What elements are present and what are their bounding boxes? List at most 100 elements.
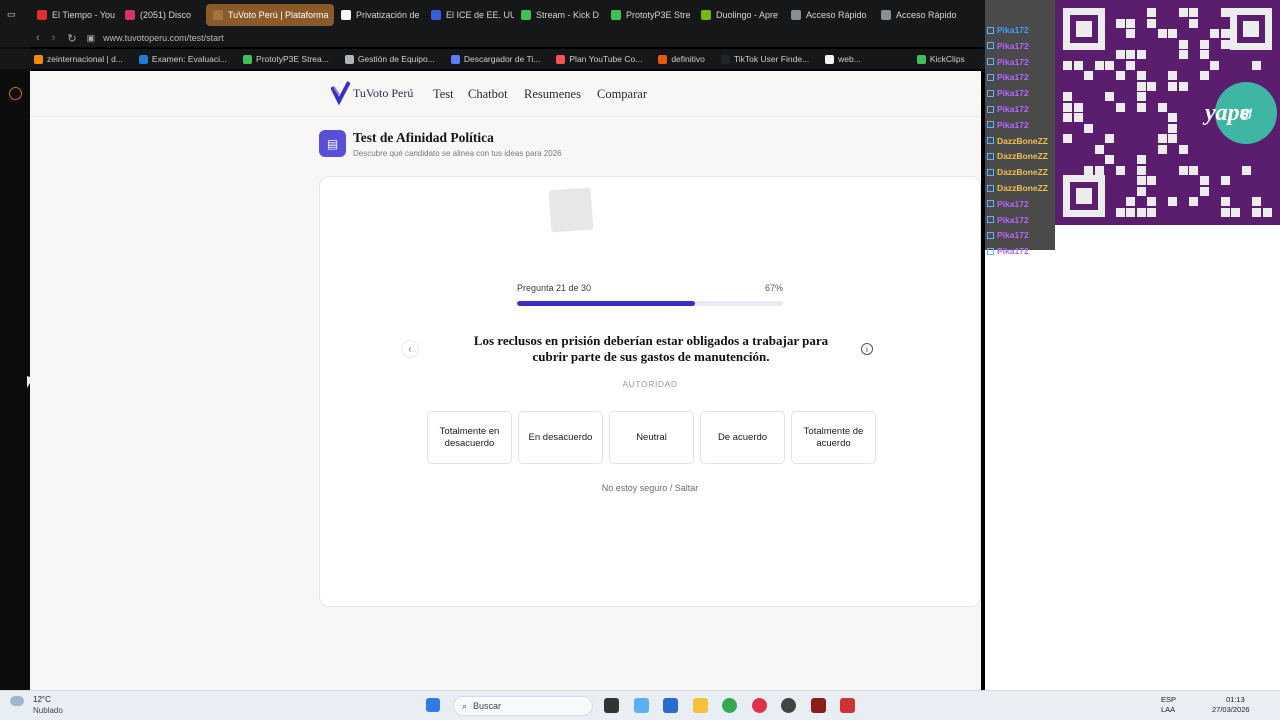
qr-module (1252, 60, 1261, 70)
task-view-icon[interactable] (604, 698, 619, 713)
qr-module (1136, 155, 1146, 164)
tab-bar: ▭ El Tiempo - You (2051) Disco TuVoto Perú… (0, 0, 985, 29)
page-viewport: TuVoto Perú Test Chatbot Resumenes Compa… (30, 71, 981, 690)
qr-module (1220, 39, 1230, 49)
option-strongly-agree[interactable]: Totalmente de acuerdo (791, 411, 876, 464)
nav-comparar[interactable]: Comparar (597, 87, 647, 102)
bookmark-9[interactable]: KickClips (909, 54, 973, 64)
nav-resumenes[interactable]: Resumenes (524, 87, 581, 102)
qr-module (1063, 92, 1072, 101)
tab-menu-icon[interactable]: ▭ (0, 4, 30, 26)
windows-start-icon[interactable] (426, 698, 440, 712)
page-subtitle: Descubre qué candidato se alinea con tus… (353, 149, 562, 158)
store-icon[interactable] (663, 698, 678, 713)
qr-module (1147, 18, 1156, 28)
bookmark-5[interactable]: Plan YouTube Co... (548, 54, 650, 64)
tab-5[interactable]: Stream - Kick D (514, 4, 604, 26)
qr-code: S/ yape (1055, 0, 1280, 225)
qr-module (1147, 176, 1156, 185)
reload-icon[interactable]: ↻ (67, 32, 76, 45)
previous-question-button[interactable]: ‹ (401, 340, 419, 358)
bookmark-favicon-icon (243, 54, 253, 64)
obs-icon[interactable] (781, 698, 796, 713)
chat-badge-icon (987, 152, 994, 160)
tab-favicon-icon (701, 9, 711, 20)
option-disagree[interactable]: En desacuerdo (518, 411, 603, 464)
tab-0[interactable]: El Tiempo - You (30, 4, 118, 26)
bookmark-3[interactable]: Gestión de Equipo... (337, 54, 443, 64)
option-agree[interactable]: De acuerdo (700, 411, 785, 464)
qr-module (1178, 8, 1188, 17)
qr-module (1220, 8, 1230, 17)
bookmark-label: Gestión de Equipo... (357, 54, 435, 64)
tab-label: PrototyP3E Stre (626, 9, 691, 20)
bookmark-8[interactable]: web... (817, 54, 869, 64)
chrome-icon[interactable] (722, 698, 737, 713)
qr-module (1147, 81, 1156, 91)
url-field[interactable]: www.tuvotoperu.com/test/start (103, 33, 224, 43)
qr-module (1210, 60, 1219, 70)
chat-message: Pika172 (987, 101, 1029, 117)
tab-9[interactable]: Acceso Rápido (874, 4, 964, 26)
qr-module (1063, 113, 1072, 122)
tab-1[interactable]: (2051) Disco (118, 4, 206, 26)
option-neutral[interactable]: Neutral (609, 411, 694, 464)
tab-7[interactable]: Duolingo - Apre (694, 4, 784, 26)
bookmark-label: TikTok User Finde... (733, 54, 810, 64)
opera-taskbar-icon[interactable] (752, 698, 767, 713)
qr-module (1147, 197, 1156, 206)
lang-layout: LAA (1161, 705, 1176, 714)
qr-module (1168, 113, 1177, 122)
file-explorer-icon[interactable] (693, 698, 708, 713)
tab-4[interactable]: El ICE de EE. UU. (424, 4, 514, 26)
tab-6[interactable]: PrototyP3E Stre (604, 4, 694, 26)
chat-badge-icon (987, 231, 994, 239)
mouse-cursor (27, 376, 33, 388)
app-icon[interactable] (811, 698, 826, 713)
qr-module (1136, 92, 1146, 101)
qr-module (1115, 102, 1125, 112)
bookmark-4[interactable]: Descargador de Ti... (443, 54, 549, 64)
qr-module (1105, 134, 1114, 143)
bookmark-label: Examen: Evaluaci... (151, 54, 228, 64)
qr-module (1178, 39, 1188, 49)
qr-module (1115, 50, 1125, 59)
tab-3[interactable]: Privatización de (334, 4, 424, 26)
nav-chatbot[interactable]: Chatbot (468, 87, 508, 102)
taskbar-search[interactable]: ⌕ Buscar (453, 696, 593, 716)
bookmark-favicon-icon (916, 54, 926, 64)
bookmark-0[interactable]: zeinternacional | d... (26, 54, 131, 64)
answer-options: Totalmente en desacuerdo En desacuerdo N… (427, 411, 876, 464)
qr-module (1199, 176, 1209, 185)
lang-indicator[interactable]: ESP (1161, 695, 1176, 704)
back-icon[interactable]: ‹ (36, 32, 40, 44)
qr-module (1220, 29, 1230, 38)
info-icon[interactable]: i (861, 343, 873, 355)
bookmark-2[interactable]: PrototyP3E Strea... (235, 54, 337, 64)
qr-module (1231, 207, 1240, 217)
bookmark-label: KickClips (929, 54, 965, 64)
qr-module (1199, 71, 1209, 80)
chat-badge-icon (987, 168, 994, 176)
bookmark-1[interactable]: Examen: Evaluaci... (131, 54, 235, 64)
qr-module (1189, 18, 1198, 28)
option-strongly-disagree[interactable]: Totalmente en desacuerdo (427, 411, 512, 464)
bookmark-6[interactable]: definitivo (650, 54, 713, 64)
chat-username: Pika172 (997, 88, 1029, 99)
tab-8[interactable]: Acceso Rápido (784, 4, 874, 26)
chat-message: Pika172 (987, 212, 1029, 228)
copilot-icon[interactable] (634, 698, 649, 713)
tab-label: TuVoto Perú | Plataforma (228, 9, 329, 20)
app2-icon[interactable] (840, 698, 855, 713)
qr-module (1063, 102, 1072, 112)
bookmarks-bar: zeinternacional | d... Examen: Evaluaci..… (0, 49, 985, 69)
skip-link[interactable]: No estoy seguro / Saltar (550, 483, 750, 493)
clock-time[interactable]: 01:13 (1226, 695, 1245, 704)
bookmark-7[interactable]: TikTok User Finde... (713, 54, 817, 64)
site-logo[interactable]: TuVoto Perú (330, 81, 413, 106)
history-icon[interactable] (9, 87, 22, 100)
forward-icon[interactable]: › (52, 32, 56, 44)
nav-test[interactable]: Test (433, 87, 454, 102)
taskbar: 12°C Nublado ⌕ Buscar ESP LAA 01:13 27/0… (0, 690, 1280, 720)
tab-2[interactable]: TuVoto Perú | Plataforma (206, 3, 334, 26)
